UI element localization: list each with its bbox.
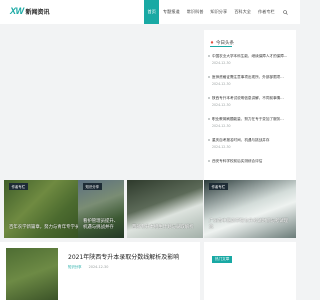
news-title[interactable]: 中国农业大学本科生能，继续保障人才的保障... (212, 54, 294, 59)
news-item[interactable]: 西安专科学校前后实测综合评估 (208, 159, 294, 166)
card-tag[interactable]: 作者专栏 (9, 183, 28, 190)
article-title[interactable]: 2021年陕西专升本录取分数线解析及影响 (68, 252, 179, 261)
logo-text: 新闻资讯 (25, 8, 50, 16)
card-title[interactable]: 广州市中医药学院专升考试时间与考试理念 (209, 219, 292, 230)
news-item[interactable]: 医师资格证需注意事项出现所，外部部限项... 2024-12-30 (208, 75, 294, 86)
bullet-icon (208, 54, 210, 57)
card-title[interactable]: 看护管理员提升、机遇与挑战并存 (83, 219, 120, 230)
news-date: 2024-12-30 (212, 144, 231, 149)
card-title[interactable]: 西部专升本招生计划与录取解析 (132, 225, 199, 230)
news-title[interactable]: 西安专科学校前后实测综合评估 (212, 159, 294, 164)
news-title[interactable]: 重庆自考报名时间，机遇与挑战并存 (212, 138, 294, 143)
nav-item-knowledge[interactable]: 知识分享 (207, 0, 231, 24)
featured-grid: 作者专栏 百年农学新篇章，努力与青年专学长圆满 知识分享 看护管理员提升、机遇与… (0, 180, 300, 238)
nav-item-science[interactable]: 常识科普 (183, 0, 207, 24)
search-icon[interactable] (278, 0, 292, 24)
article-date: 2024-12-30 (88, 265, 109, 269)
news-date: 2024-12-30 (212, 60, 231, 65)
nav-item-author[interactable]: 作者专栏 (254, 0, 278, 24)
news-item[interactable]: 陕西专升本考试说明信息讲解，不同前事情... 2024-12-30 (208, 96, 294, 107)
feature-card[interactable]: 作者专栏 广州市中医药学院专升考试时间与考试理念 (204, 180, 296, 238)
news-item[interactable]: 重庆自考报名时间，机遇与挑战并存 2024-12-30 (208, 138, 294, 149)
nav-item-home[interactable]: 首页 (144, 0, 160, 24)
header: XW 新闻资讯 首页 专题报道 常识科普 知识分享 百科大全 作者专栏 (0, 0, 300, 24)
bullet-icon (208, 159, 210, 162)
news-item[interactable]: 中国农业大学本科生能，继续保障人才的保障... 2024-12-30 (208, 54, 294, 65)
main-nav: 首页 专题报道 常识科普 知识分享 百科大全 作者专栏 (144, 0, 292, 24)
card-tag[interactable]: 作者专栏 (209, 183, 228, 190)
card-tag[interactable]: 知识分享 (83, 183, 102, 190)
news-date: 2024-12-30 (212, 123, 231, 128)
bullet-icon (208, 138, 210, 141)
news-title[interactable]: 医师资格证需注意事项出现所，外部部限项... (212, 75, 294, 80)
feature-card[interactable]: 西部专升本招生计划与录取解析 (127, 180, 203, 238)
logo-mark: XW (10, 6, 24, 16)
nav-item-encyclopedia[interactable]: 百科大全 (231, 0, 255, 24)
article-meta: 知识分享 2024-12-30 (68, 264, 108, 269)
panel-underline (210, 46, 232, 47)
feature-card[interactable]: 知识分享 看护管理员提升、机遇与挑战并存 (78, 180, 124, 238)
site-logo[interactable]: XW 新闻资讯 (10, 6, 50, 16)
popular-tag[interactable]: 热门文章 (212, 256, 233, 263)
article-thumbnail[interactable] (6, 248, 58, 300)
news-title[interactable]: 职业教育刷题能量，努力在专于变加了服务... (212, 117, 294, 122)
bullet-icon (208, 117, 210, 120)
popular-widget: 热门文章 (204, 242, 296, 300)
top-news-panel: ♦ 今日头条 中国农业大学本科生能，继续保障人才的保障... 2024-12-30 … (204, 30, 296, 180)
news-date: 2024-12-30 (212, 102, 231, 107)
article-list-item[interactable]: 2021年陕西专升本录取分数线解析及影响 知识分享 2024-12-30 (0, 242, 200, 300)
bullet-icon (208, 96, 210, 99)
nav-item-special[interactable]: 专题报道 (159, 0, 183, 24)
news-date: 2024-12-30 (212, 81, 231, 86)
bullet-icon (208, 75, 210, 78)
news-item[interactable]: 职业教育刷题能量，努力在专于变加了服务... 2024-12-30 (208, 117, 294, 128)
news-title[interactable]: 陕西专升本考试说明信息讲解，不同前事情... (212, 96, 294, 101)
hero-slider[interactable] (0, 30, 200, 182)
article-tag[interactable]: 知识分享 (68, 265, 82, 269)
